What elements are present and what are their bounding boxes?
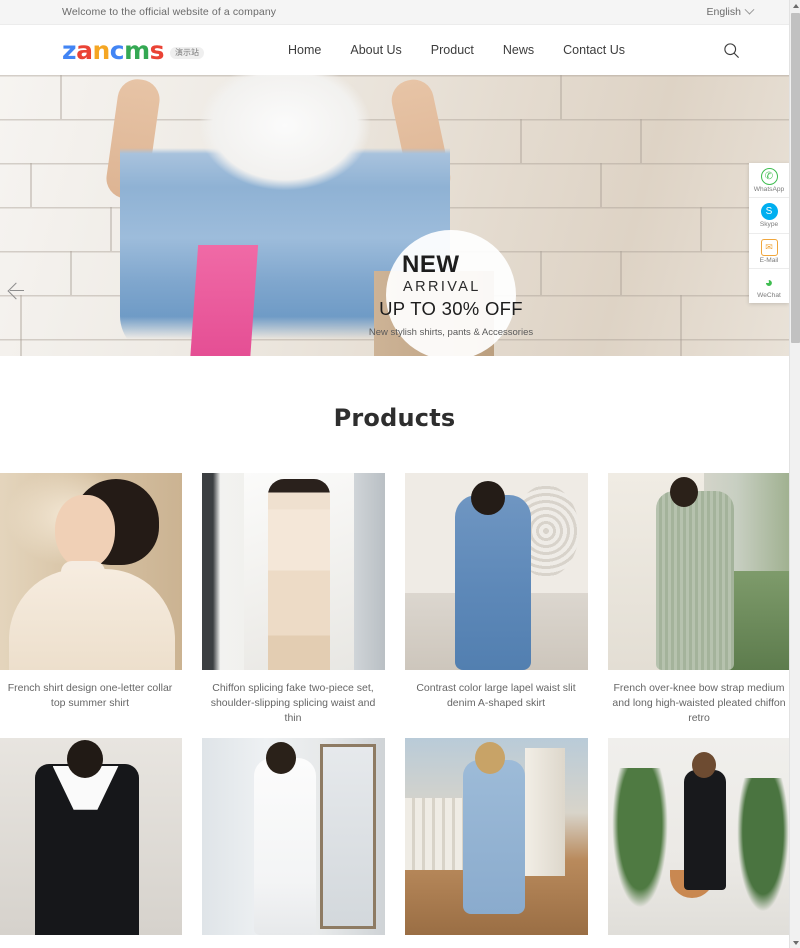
product-card[interactable]: French over-knee bow strap medium and lo… xyxy=(607,473,791,726)
email-icon: ✉ xyxy=(760,238,778,256)
products-grid: French shirt design one-letter collar to… xyxy=(0,473,791,948)
site-logo[interactable]: zancms 演示站 xyxy=(62,35,205,65)
social-label-wechat: WeChat xyxy=(757,291,781,299)
hero-promo-subtext: New stylish shirts, pants & Accessories xyxy=(368,326,534,338)
wechat-icon: ◕ xyxy=(764,274,774,291)
page-root: Welcome to the official website of a com… xyxy=(0,0,800,948)
welcome-text: Welcome to the official website of a com… xyxy=(62,6,277,18)
product-thumbnail xyxy=(607,737,791,935)
top-announcement-bar: Welcome to the official website of a com… xyxy=(0,0,789,25)
nav-item-product[interactable]: Product xyxy=(431,43,474,57)
chevron-down-icon xyxy=(744,4,755,15)
products-title: Products xyxy=(333,404,456,432)
social-item-whatsapp[interactable]: ✆ WhatsApp xyxy=(749,163,789,199)
product-thumbnail xyxy=(404,473,588,670)
social-contact-widget: ✆ WhatsApp S Skype ✉ E-Mail ◕ WeChat xyxy=(749,163,789,303)
nav-item-about-us[interactable]: About Us xyxy=(350,43,401,57)
main-navigation: Home About Us Product News Contact Us xyxy=(288,43,625,57)
product-card[interactable]: Chiffon splicing fake two-piece set, sho… xyxy=(201,473,385,726)
hero-carousel: NEW ARRIVAL UP TO 30% OFF New stylish sh… xyxy=(0,75,789,356)
product-caption: French shirt design one-letter collar to… xyxy=(7,682,173,709)
hero-promo-discount: UP TO 30% OFF xyxy=(379,297,523,319)
social-label-email: E-Mail xyxy=(759,256,779,264)
page-scrollbar[interactable] xyxy=(789,0,800,948)
hero-promo-new: NEW xyxy=(402,251,460,279)
logo-wordmark: zancms xyxy=(62,35,165,65)
scroll-up-arrow-icon[interactable] xyxy=(790,0,800,11)
product-card[interactable]: French shirt design one-letter collar to… xyxy=(0,473,182,726)
social-item-email[interactable]: ✉ E-Mail xyxy=(749,234,789,269)
social-label-skype: Skype xyxy=(759,221,779,229)
product-thumbnail xyxy=(0,473,182,670)
language-label: English xyxy=(706,6,741,18)
product-thumbnail xyxy=(607,473,791,670)
product-caption: Contrast color large lapel waist slit de… xyxy=(416,682,576,709)
skype-icon: S xyxy=(760,203,778,221)
social-item-wechat[interactable]: ◕ WeChat xyxy=(749,269,789,303)
search-button[interactable] xyxy=(721,40,741,60)
product-card[interactable]: Slim-fit hip-wrapped shoulder-knitted fi… xyxy=(201,737,385,948)
product-card[interactable]: Solid color waist V-neck sleeveless part… xyxy=(607,737,791,948)
logo-letter-a: a xyxy=(76,35,93,65)
nav-item-contact-us[interactable]: Contact Us xyxy=(563,43,625,57)
social-label-whatsapp: WhatsApp xyxy=(753,186,785,193)
product-caption: Chiffon splicing fake two-piece set, sho… xyxy=(210,682,376,724)
hero-promo-badge: NEW ARRIVAL UP TO 30% OFF New stylish sh… xyxy=(369,230,533,356)
product-caption: French over-knee bow strap medium and lo… xyxy=(612,682,786,724)
scroll-down-arrow-icon[interactable] xyxy=(790,937,800,948)
logo-letter-m: m xyxy=(124,35,150,65)
product-thumbnail xyxy=(0,737,182,935)
product-card[interactable]: Elegant Jacquard Loose Long Sleeve Dress xyxy=(404,737,588,948)
logo-demo-badge: 演示站 xyxy=(170,47,205,59)
social-item-skype[interactable]: S Skype xyxy=(749,198,789,234)
logo-letter-n: n xyxy=(92,35,110,65)
logo-letter-z: z xyxy=(62,35,77,65)
nav-item-news[interactable]: News xyxy=(503,43,534,57)
product-thumbnail xyxy=(404,737,588,935)
product-thumbnail xyxy=(201,473,385,670)
logo-letter-c: c xyxy=(109,35,125,65)
product-card[interactable]: Contrast color large lapel waist slit de… xyxy=(404,473,588,726)
whatsapp-icon: ✆ xyxy=(760,168,778,185)
hero-pink-garment xyxy=(189,245,259,356)
search-icon xyxy=(723,42,739,58)
language-selector[interactable]: English xyxy=(706,4,777,18)
carousel-prev-button[interactable] xyxy=(4,280,26,302)
products-section: Products French shirt design one-letter … xyxy=(0,356,791,948)
product-card[interactable]: SUIT COLLAR BLACK AND WHITE SPLICING SEV… xyxy=(0,737,182,948)
nav-item-home[interactable]: Home xyxy=(288,43,321,57)
product-thumbnail xyxy=(201,737,385,935)
logo-letter-s: s xyxy=(149,35,165,65)
scrollbar-thumb[interactable] xyxy=(791,13,800,343)
hero-promo-arrival: ARRIVAL xyxy=(403,278,481,295)
site-header: zancms 演示站 Home About Us Product News Co… xyxy=(0,25,789,75)
